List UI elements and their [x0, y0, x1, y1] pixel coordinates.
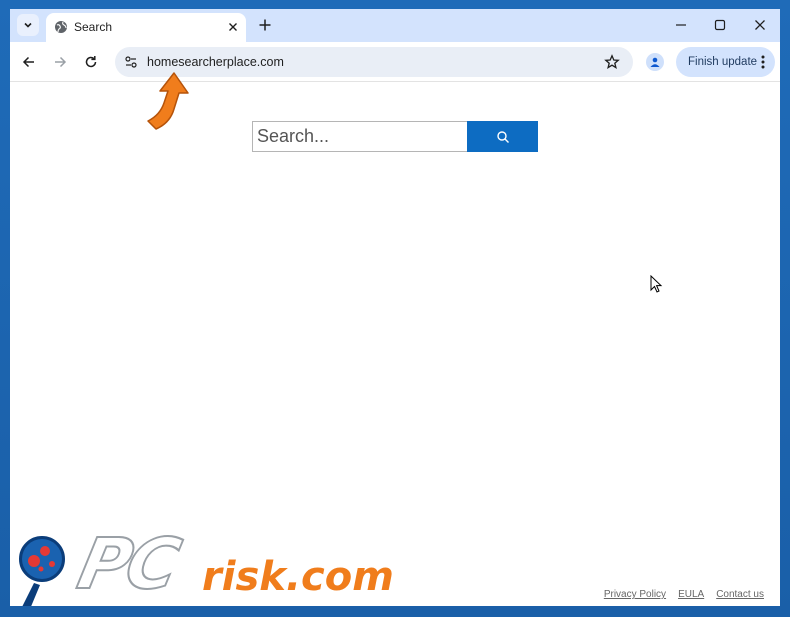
- browser-window: Search homesearcherplace.com Finish upda…: [10, 9, 780, 606]
- privacy-policy-link[interactable]: Privacy Policy: [604, 589, 666, 600]
- back-arrow-icon[interactable]: [21, 54, 37, 70]
- profile-avatar[interactable]: [646, 53, 664, 71]
- magnifier-logo-icon: [17, 534, 67, 606]
- search-input[interactable]: [252, 121, 467, 152]
- footer-links: Privacy Policy EULA Contact us: [604, 589, 764, 600]
- eula-link[interactable]: EULA: [678, 589, 704, 600]
- finish-update-label: Finish update: [688, 56, 758, 68]
- chevron-down-icon: [24, 22, 32, 28]
- mouse-cursor-icon: [650, 275, 663, 293]
- window-close-icon[interactable]: [753, 18, 767, 32]
- desktop-frame: Search homesearcherplace.com Finish upda…: [0, 0, 790, 617]
- watermark-pc-text: PC: [70, 522, 184, 606]
- site-info-tune-icon[interactable]: [124, 55, 138, 69]
- browser-toolbar: homesearcherplace.com Finish update: [10, 42, 780, 82]
- address-bar[interactable]: homesearcherplace.com: [115, 47, 633, 77]
- person-icon: [650, 57, 660, 67]
- bookmark-star-icon[interactable]: [604, 54, 620, 70]
- tab-active[interactable]: Search: [46, 13, 246, 42]
- maximize-icon[interactable]: [713, 18, 727, 32]
- globe-icon: [55, 21, 67, 33]
- search-icon: [496, 130, 509, 143]
- orange-pointer-arrow-icon: [147, 72, 189, 130]
- watermark-risk-text: risk.com: [202, 554, 394, 600]
- new-tab-plus-icon[interactable]: [258, 18, 272, 32]
- forward-arrow-icon[interactable]: [52, 54, 68, 70]
- search-button[interactable]: [467, 121, 538, 152]
- url-text[interactable]: homesearcherplace.com: [147, 55, 284, 69]
- tab-strip: Search: [10, 9, 780, 42]
- more-vert-icon: [761, 55, 765, 69]
- reload-icon[interactable]: [83, 54, 99, 70]
- pcrisk-watermark: PC risk.com: [12, 521, 462, 606]
- contact-us-link[interactable]: Contact us: [716, 589, 764, 600]
- minimize-icon[interactable]: [674, 18, 688, 32]
- finish-update-button[interactable]: Finish update: [676, 47, 775, 77]
- tab-search-button[interactable]: [17, 14, 39, 36]
- close-icon[interactable]: [226, 20, 240, 34]
- tab-title: Search: [74, 20, 113, 34]
- page-content: Privacy Policy EULA Contact us PC risk.c…: [10, 83, 780, 606]
